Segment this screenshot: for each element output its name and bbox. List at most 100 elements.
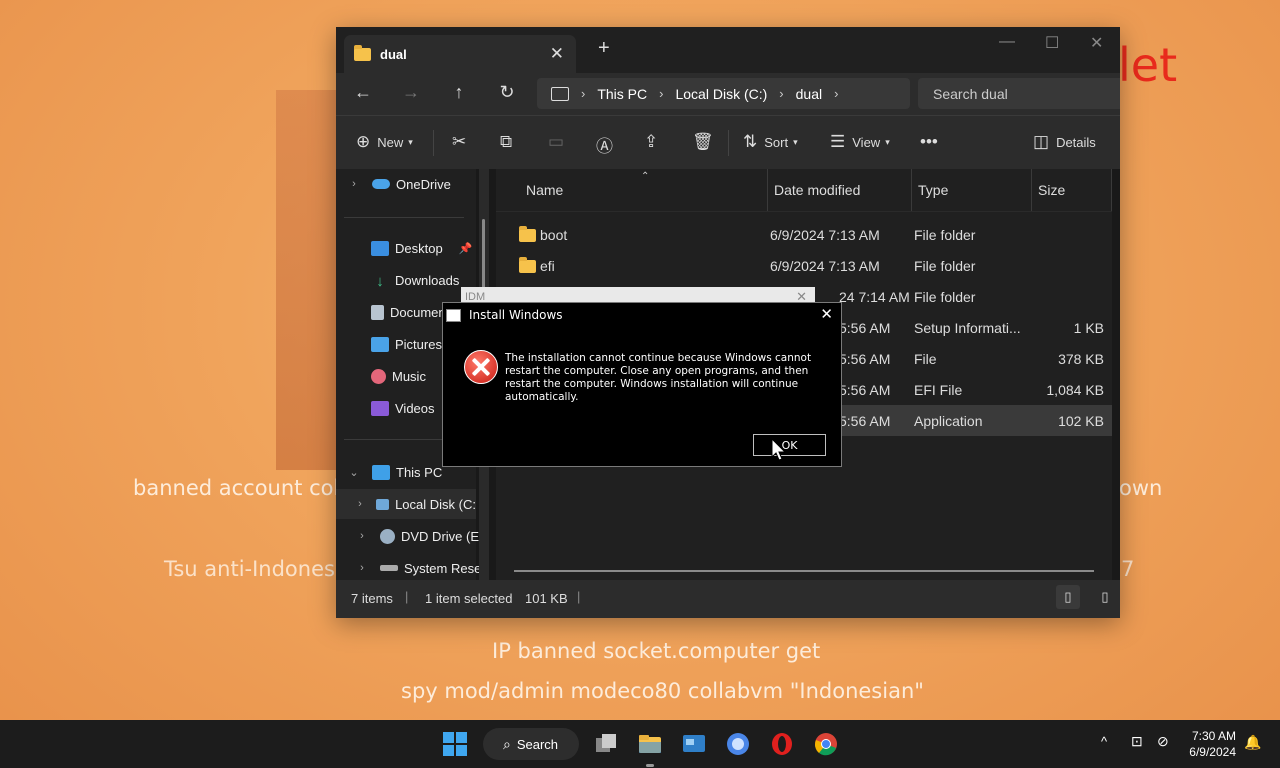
- tab-close-icon[interactable]: ✕: [550, 44, 564, 64]
- delete-button[interactable]: 🗑: [692, 132, 721, 152]
- tab-dual[interactable]: dual ✕: [344, 35, 576, 73]
- file-row[interactable]: boot 6/9/2024 7:13 AM File folder: [496, 219, 1112, 250]
- breadcrumb-local-disk[interactable]: Local Disk (C:): [675, 86, 767, 102]
- copy-icon: ⧉: [500, 132, 513, 151]
- new-button[interactable]: ⊕ New ▾: [356, 132, 413, 152]
- file-row[interactable]: efi 6/9/2024 7:13 AM File folder: [496, 250, 1112, 281]
- minimize-button[interactable]: —: [999, 33, 1015, 51]
- close-window-button[interactable]: ✕: [1090, 33, 1103, 53]
- rename-button[interactable]: Ⓐ: [596, 132, 620, 157]
- sidebar-label: Local Disk (C:: [395, 496, 476, 512]
- share-button[interactable]: ⇪: [644, 132, 665, 152]
- maximize-button[interactable]: ☐: [1045, 33, 1059, 53]
- file-date: 5:56 AM: [839, 413, 891, 429]
- sidebar-item-documents[interactable]: Documen: [371, 297, 446, 327]
- dialog-close-icon[interactable]: ✕: [820, 305, 833, 323]
- chevron-right-icon: ›: [360, 530, 364, 542]
- cut-button[interactable]: ✂: [452, 132, 473, 152]
- sidebar-item-music[interactable]: Music: [371, 361, 426, 391]
- pin-icon: 📌: [458, 242, 473, 255]
- column-divider[interactable]: [911, 169, 912, 211]
- horizontal-scrollbar[interactable]: [514, 570, 1094, 572]
- sidebar-item-dvd-drive[interactable]: › DVD Drive (E:): [336, 521, 487, 551]
- sidebar-label: Pictures: [395, 336, 442, 352]
- dialog-title: Install Windows: [469, 308, 563, 322]
- sidebar-item-pictures[interactable]: Pictures: [371, 329, 442, 359]
- forward-button[interactable]: →: [397, 82, 425, 103]
- sidebar-item-videos[interactable]: Videos: [371, 393, 435, 423]
- address-bar[interactable]: › This PC › Local Disk (C:) › dual ›: [537, 78, 910, 109]
- sidebar-item-system-reserved[interactable]: › System Resen: [336, 553, 488, 583]
- sort-label: Sort: [764, 134, 789, 150]
- breadcrumb-dual[interactable]: dual: [796, 86, 822, 102]
- file-type: EFI File: [914, 382, 963, 398]
- column-divider[interactable]: [767, 169, 768, 211]
- chrome-icon[interactable]: [814, 732, 838, 756]
- task-view-icon[interactable]: [594, 732, 618, 756]
- refresh-button[interactable]: ↻: [493, 82, 521, 103]
- network-icon[interactable]: ⊡: [1131, 733, 1143, 750]
- cloud-icon: [372, 179, 390, 189]
- view-button[interactable]: ☰ View ▾: [830, 132, 890, 152]
- copy-button[interactable]: ⧉: [500, 132, 519, 152]
- chevron-down-icon: ▾: [885, 136, 890, 147]
- volume-muted-icon[interactable]: ⊘: [1157, 733, 1169, 750]
- sidebar-label: Desktop: [395, 240, 443, 256]
- breadcrumb-chevron-icon[interactable]: ›: [834, 86, 838, 101]
- column-divider[interactable]: [1111, 169, 1112, 211]
- new-tab-button[interactable]: +: [598, 37, 610, 60]
- column-size[interactable]: Size: [1038, 182, 1065, 198]
- rename-icon: Ⓐ: [596, 137, 613, 156]
- navigation-bar: ← → ↑ ↻ › This PC › Local Disk (C:) › du…: [336, 73, 1120, 115]
- pictures-icon: [371, 336, 389, 352]
- up-button[interactable]: ↑: [445, 82, 473, 103]
- sidebar-label: OneDrive: [396, 176, 451, 192]
- column-date-modified[interactable]: Date modified: [774, 182, 860, 198]
- ok-button[interactable]: OK: [753, 434, 826, 456]
- file-explorer-taskbar-icon[interactable]: [638, 732, 662, 756]
- file-date: 24 7:14 AM: [839, 289, 910, 305]
- taskbar-search-label: Search: [516, 736, 559, 752]
- chevron-right-icon: ›: [358, 498, 362, 510]
- selected-size: 101 KB: [525, 591, 568, 606]
- details-button[interactable]: ◫ Details: [1033, 132, 1096, 152]
- sidebar-divider: [344, 217, 464, 218]
- sidebar-item-local-disk[interactable]: › Local Disk (C:: [336, 489, 476, 519]
- breadcrumb-this-pc[interactable]: This PC: [597, 86, 647, 102]
- search-input[interactable]: Search dual: [918, 78, 1120, 109]
- music-icon: [371, 368, 386, 384]
- sidebar-item-downloads[interactable]: ↓ Downloads: [371, 265, 459, 295]
- new-label: New: [377, 134, 404, 150]
- back-button[interactable]: ←: [349, 82, 377, 103]
- more-options-button[interactable]: •••: [920, 132, 945, 152]
- chevron-down-icon: ▾: [408, 136, 413, 147]
- taskbar-search[interactable]: ⌕ Search: [483, 728, 579, 760]
- sidebar-item-this-pc[interactable]: ⌄ This PC: [336, 457, 442, 487]
- paste-button[interactable]: ▭: [548, 132, 571, 152]
- file-type: File folder: [914, 227, 976, 243]
- wallpaper-text-line1-right: own: [1119, 476, 1163, 500]
- computer-icon: [551, 86, 569, 101]
- opera-icon[interactable]: [770, 732, 794, 756]
- chevron-down-icon: ▾: [793, 136, 798, 147]
- notification-bell-icon[interactable]: 🔔: [1244, 734, 1261, 751]
- clock[interactable]: 7:30 AM 6/9/2024: [1189, 728, 1236, 760]
- column-headers: ⌃ Name Date modified Type Size: [496, 169, 1112, 212]
- column-name[interactable]: Name: [526, 182, 563, 198]
- file-type: File folder: [914, 289, 976, 305]
- desktop-icon: [371, 240, 389, 256]
- column-type[interactable]: Type: [918, 182, 948, 198]
- sidebar-item-onedrive[interactable]: › OneDrive: [336, 169, 451, 199]
- show-hidden-icons-chevron-icon[interactable]: ^: [1101, 734, 1107, 749]
- file-date: 6/9/2024 7:13 AM: [770, 227, 880, 243]
- sort-button[interactable]: ⇅ Sort ▾: [743, 132, 798, 152]
- details-view-icon[interactable]: ▯: [1056, 585, 1080, 609]
- browser-icon[interactable]: [726, 732, 750, 756]
- column-divider[interactable]: [1031, 169, 1032, 211]
- folder-icon: [519, 257, 536, 273]
- sidebar-item-desktop[interactable]: Desktop 📌: [371, 233, 472, 263]
- tiles-view-icon[interactable]: ▯: [1093, 585, 1117, 609]
- start-button[interactable]: [443, 732, 467, 756]
- dialog-message: The installation cannot continue because…: [505, 352, 812, 403]
- control-panel-icon[interactable]: [682, 732, 706, 756]
